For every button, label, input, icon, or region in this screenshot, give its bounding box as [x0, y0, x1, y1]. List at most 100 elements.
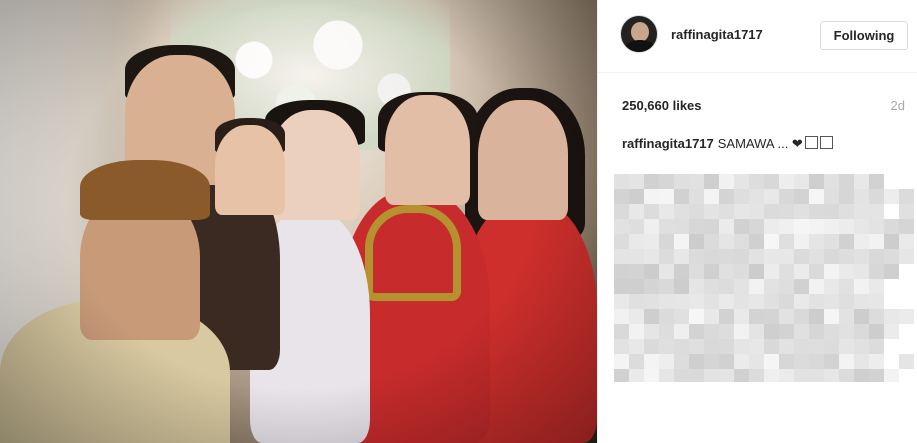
- mosaic-cell: [824, 354, 839, 369]
- mosaic-cell: [704, 369, 719, 382]
- likes-count[interactable]: 250,660 likes: [622, 98, 702, 113]
- mosaic-cell: [869, 219, 884, 234]
- mosaic-cell: [674, 204, 689, 219]
- mosaic-cell: [869, 189, 884, 204]
- mosaic-cell: [719, 294, 734, 309]
- mosaic-cell: [809, 219, 824, 234]
- mosaic-cell: [689, 339, 704, 354]
- mosaic-cell: [734, 354, 749, 369]
- mosaic-cell: [614, 324, 629, 339]
- mosaic-cell: [869, 249, 884, 264]
- mosaic-cell: [839, 174, 854, 189]
- mosaic-cell: [869, 264, 884, 279]
- mosaic-cell: [884, 189, 899, 204]
- mosaic-cell: [689, 264, 704, 279]
- mosaic-cell: [854, 204, 869, 219]
- profile-avatar[interactable]: [620, 15, 658, 53]
- mosaic-cell: [794, 354, 809, 369]
- mosaic-cell: [839, 189, 854, 204]
- mosaic-cell: [794, 249, 809, 264]
- mosaic-cell: [719, 369, 734, 382]
- mosaic-cell: [689, 324, 704, 339]
- mosaic-cell: [629, 354, 644, 369]
- mosaic-cell: [854, 234, 869, 249]
- mosaic-cell: [809, 354, 824, 369]
- mosaic-cell: [689, 354, 704, 369]
- mosaic-cell: [689, 174, 704, 189]
- mosaic-cell: [869, 339, 884, 354]
- mosaic-cell: [854, 324, 869, 339]
- mosaic-cell: [809, 189, 824, 204]
- mosaic-cell: [614, 249, 629, 264]
- mosaic-cell: [614, 339, 629, 354]
- mosaic-cell: [614, 354, 629, 369]
- mosaic-cell: [674, 339, 689, 354]
- mosaic-cell: [764, 219, 779, 234]
- mosaic-cell: [629, 309, 644, 324]
- photo-vignette: [0, 0, 597, 443]
- post-timestamp[interactable]: 2d: [891, 98, 905, 113]
- mosaic-cell: [854, 174, 869, 189]
- mosaic-cell: [689, 309, 704, 324]
- mosaic-cell: [674, 279, 689, 294]
- mosaic-cell: [659, 279, 674, 294]
- post-photo[interactable]: [0, 0, 597, 443]
- mosaic-cell: [824, 369, 839, 382]
- mosaic-cell: [839, 279, 854, 294]
- mosaic-cell: [764, 204, 779, 219]
- mosaic-cell: [614, 189, 629, 204]
- mosaic-cell: [749, 204, 764, 219]
- mosaic-cell: [644, 219, 659, 234]
- mosaic-cell: [674, 294, 689, 309]
- mosaic-cell: [659, 324, 674, 339]
- mosaic-cell: [794, 189, 809, 204]
- mosaic-cell: [764, 339, 779, 354]
- mosaic-cell: [644, 189, 659, 204]
- mosaic-cell: [854, 189, 869, 204]
- mosaic-cell: [764, 174, 779, 189]
- mosaic-cell: [794, 219, 809, 234]
- mosaic-cell: [719, 354, 734, 369]
- mosaic-cell: [614, 219, 629, 234]
- mosaic-cell: [899, 204, 914, 219]
- mosaic-cell: [644, 294, 659, 309]
- mosaic-cell: [794, 294, 809, 309]
- mosaic-cell: [704, 264, 719, 279]
- mosaic-cell: [809, 204, 824, 219]
- mosaic-cell: [869, 309, 884, 324]
- mosaic-cell: [809, 309, 824, 324]
- mosaic-cell: [854, 279, 869, 294]
- mosaic-cell: [794, 369, 809, 382]
- mosaic-cell: [674, 249, 689, 264]
- mosaic-cell: [659, 354, 674, 369]
- username-link[interactable]: raffinagita1717: [671, 27, 763, 42]
- mosaic-cell: [899, 249, 914, 264]
- mosaic-cell: [824, 249, 839, 264]
- mosaic-cell: [659, 234, 674, 249]
- mosaic-cell: [749, 339, 764, 354]
- mosaic-cell: [794, 264, 809, 279]
- mosaic-cell: [719, 189, 734, 204]
- mosaic-cell: [659, 339, 674, 354]
- mosaic-cell: [809, 249, 824, 264]
- following-button[interactable]: Following: [820, 21, 908, 50]
- mosaic-cell: [644, 234, 659, 249]
- mosaic-cell: [629, 234, 644, 249]
- mosaic-cell: [749, 174, 764, 189]
- pixel-emoji-icon: [819, 136, 833, 149]
- mosaic-cell: [659, 264, 674, 279]
- mosaic-cell: [839, 249, 854, 264]
- mosaic-cell: [884, 219, 899, 234]
- mosaic-cell: [629, 249, 644, 264]
- mosaic-cell: [629, 369, 644, 382]
- mosaic-cell: [614, 279, 629, 294]
- mosaic-cell: [779, 249, 794, 264]
- mosaic-cell: [689, 249, 704, 264]
- mosaic-cell: [809, 339, 824, 354]
- mosaic-cell: [689, 294, 704, 309]
- mosaic-cell: [884, 369, 899, 382]
- mosaic-cell: [884, 234, 899, 249]
- mosaic-cell: [869, 324, 884, 339]
- caption-username[interactable]: raffinagita1717: [622, 136, 714, 151]
- mosaic-cell: [779, 309, 794, 324]
